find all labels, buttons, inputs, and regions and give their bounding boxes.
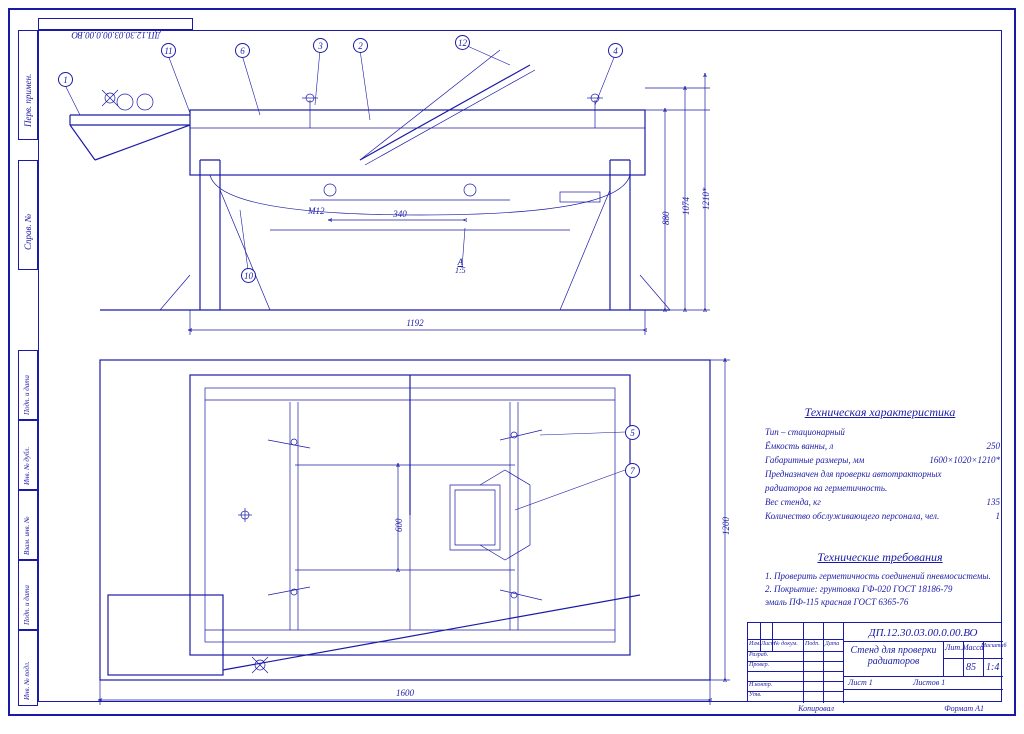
tech-char-line: радиаторов на герметичность.	[765, 481, 1000, 495]
col-ndoc: № докум.	[774, 641, 798, 647]
dim-1600: 1600	[396, 688, 414, 698]
tech-req-line: эмаль ПФ-115 красная ГОСТ 6365-76	[765, 596, 1000, 609]
tb-scale: 1:4	[986, 662, 999, 673]
tech-char-block: Тип – стационарныйЁмкость ванны, л250Габ…	[765, 425, 1000, 523]
tb-sheet: Лист 1	[848, 678, 873, 687]
dim-1200: 1200	[721, 517, 731, 535]
tb-lit-label: Лит.	[945, 643, 962, 652]
col-list: Лист	[761, 641, 775, 647]
tech-char-line: Тип – стационарный	[765, 425, 1000, 439]
tb-scale-label: Масштаб	[981, 643, 1007, 649]
row-prover: Провер.	[749, 662, 769, 668]
tech-char-line: Количество обслуживающего персонала, чел…	[765, 509, 1000, 523]
balloon-5: 5	[625, 425, 640, 440]
row-utv: Утв.	[749, 692, 761, 698]
tech-char-line: Вес стенда, кг135	[765, 495, 1000, 509]
tb-mass: 85	[966, 662, 976, 673]
drawing-sheet: ДП.12.30.03.00.0.00.ВО Перв. примен. Спр…	[8, 8, 1016, 716]
format: Формат А1	[944, 704, 984, 713]
col-izm: Изм.	[749, 641, 761, 647]
row-razrab: Разраб.	[749, 652, 768, 658]
tb-title: Стенд для проверкирадиаторов	[846, 645, 941, 667]
col-data: Дата	[825, 641, 839, 647]
title-block: ДП.12.30.03.00.0.00.ВО Стенд для проверк…	[747, 622, 1002, 702]
tech-char-line: Габаритные размеры, мм1600×1020×1210*	[765, 453, 1000, 467]
dim-600: 600	[394, 519, 404, 533]
tb-sheets: Листов 1	[913, 678, 945, 687]
col-podp: Подп.	[805, 641, 820, 647]
tech-char-line: Ёмкость ванны, л250	[765, 439, 1000, 453]
kopiroval: Копировал	[798, 704, 834, 713]
tech-req-line: 2. Покрытие: грунтовка ГФ-020 ГОСТ 18186…	[765, 583, 1000, 596]
tech-req-title: Технические требования	[817, 550, 942, 565]
tech-req-block: 1. Проверить герметичность соединений пн…	[765, 570, 1000, 609]
tb-number: ДП.12.30.03.00.0.00.ВО	[843, 627, 1003, 639]
tech-char-line: Предназначен для проверки автотракторных	[765, 467, 1000, 481]
row-nkontr: Н.контр.	[749, 682, 772, 688]
tech-char-title: Техническая характеристика	[805, 405, 956, 420]
balloon-7: 7	[625, 463, 640, 478]
tech-req-line: 1. Проверить герметичность соединений пн…	[765, 570, 1000, 583]
